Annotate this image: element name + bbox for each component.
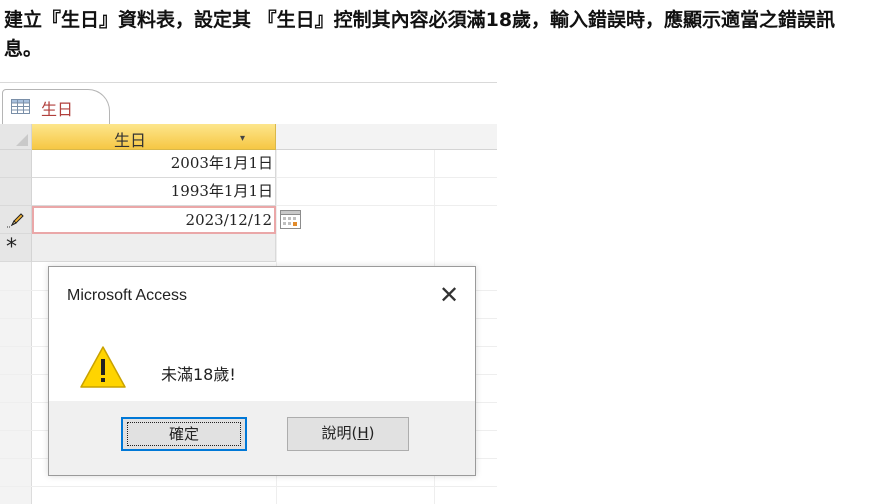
tab-label: 生日 — [41, 100, 74, 119]
table-icon — [11, 99, 30, 114]
row-selector-new[interactable]: * — [0, 234, 32, 262]
dialog-titlebar[interactable]: Microsoft Access ✕ — [49, 267, 475, 327]
table-cell-birthday[interactable]: 1993年1月1日 — [32, 178, 276, 206]
row-selector[interactable] — [0, 150, 32, 178]
close-icon[interactable]: ✕ — [431, 277, 467, 313]
add-column-header[interactable] — [276, 124, 497, 150]
table-cell-new-record[interactable] — [32, 234, 276, 262]
dialog-footer: 確定 說明(H) — [49, 401, 475, 475]
dialog-title: Microsoft Access — [67, 287, 188, 304]
corner-triangle-icon — [16, 134, 28, 146]
focus-rect — [127, 422, 241, 446]
instruction-text: 建立『生日』資料表，設定其 『生日』控制其內容必須滿18歲，輸入錯誤時，應顯示適… — [4, 9, 836, 60]
select-all-corner[interactable] — [0, 124, 32, 150]
document-tab-bar: 生日 — [0, 82, 497, 125]
chevron-down-icon[interactable]: ▾ — [240, 133, 245, 144]
calendar-icon[interactable] — [280, 210, 302, 230]
empty-cell — [276, 150, 497, 178]
warning-icon — [80, 346, 126, 388]
table-cell-birthday-editing[interactable]: 2023/12/12 — [32, 206, 276, 234]
table-cell-birthday[interactable]: 2003年1月1日 — [32, 150, 276, 178]
row-selector-editing[interactable] — [0, 206, 32, 234]
help-button-label: 說明 — [321, 424, 352, 442]
column-header-birthday[interactable]: 生日 ▾ — [32, 124, 276, 150]
help-button[interactable]: 說明(H) — [287, 417, 409, 451]
empty-cell — [276, 178, 497, 206]
help-shortcut-key: H — [357, 424, 369, 442]
new-record-star-icon: * — [6, 235, 17, 260]
row-selector[interactable] — [0, 178, 32, 206]
error-dialog: Microsoft Access ✕ 未滿18歲! 確定 說明(H) — [48, 266, 476, 476]
ok-button[interactable]: 確定 — [121, 417, 247, 451]
empty-row-selectors — [0, 262, 32, 504]
grid-line — [0, 486, 497, 487]
dialog-message: 未滿18歲! — [161, 365, 236, 384]
tab-birthday-table[interactable]: 生日 — [2, 89, 110, 125]
column-header-label: 生日 — [114, 131, 147, 150]
pencil-icon — [7, 213, 24, 228]
